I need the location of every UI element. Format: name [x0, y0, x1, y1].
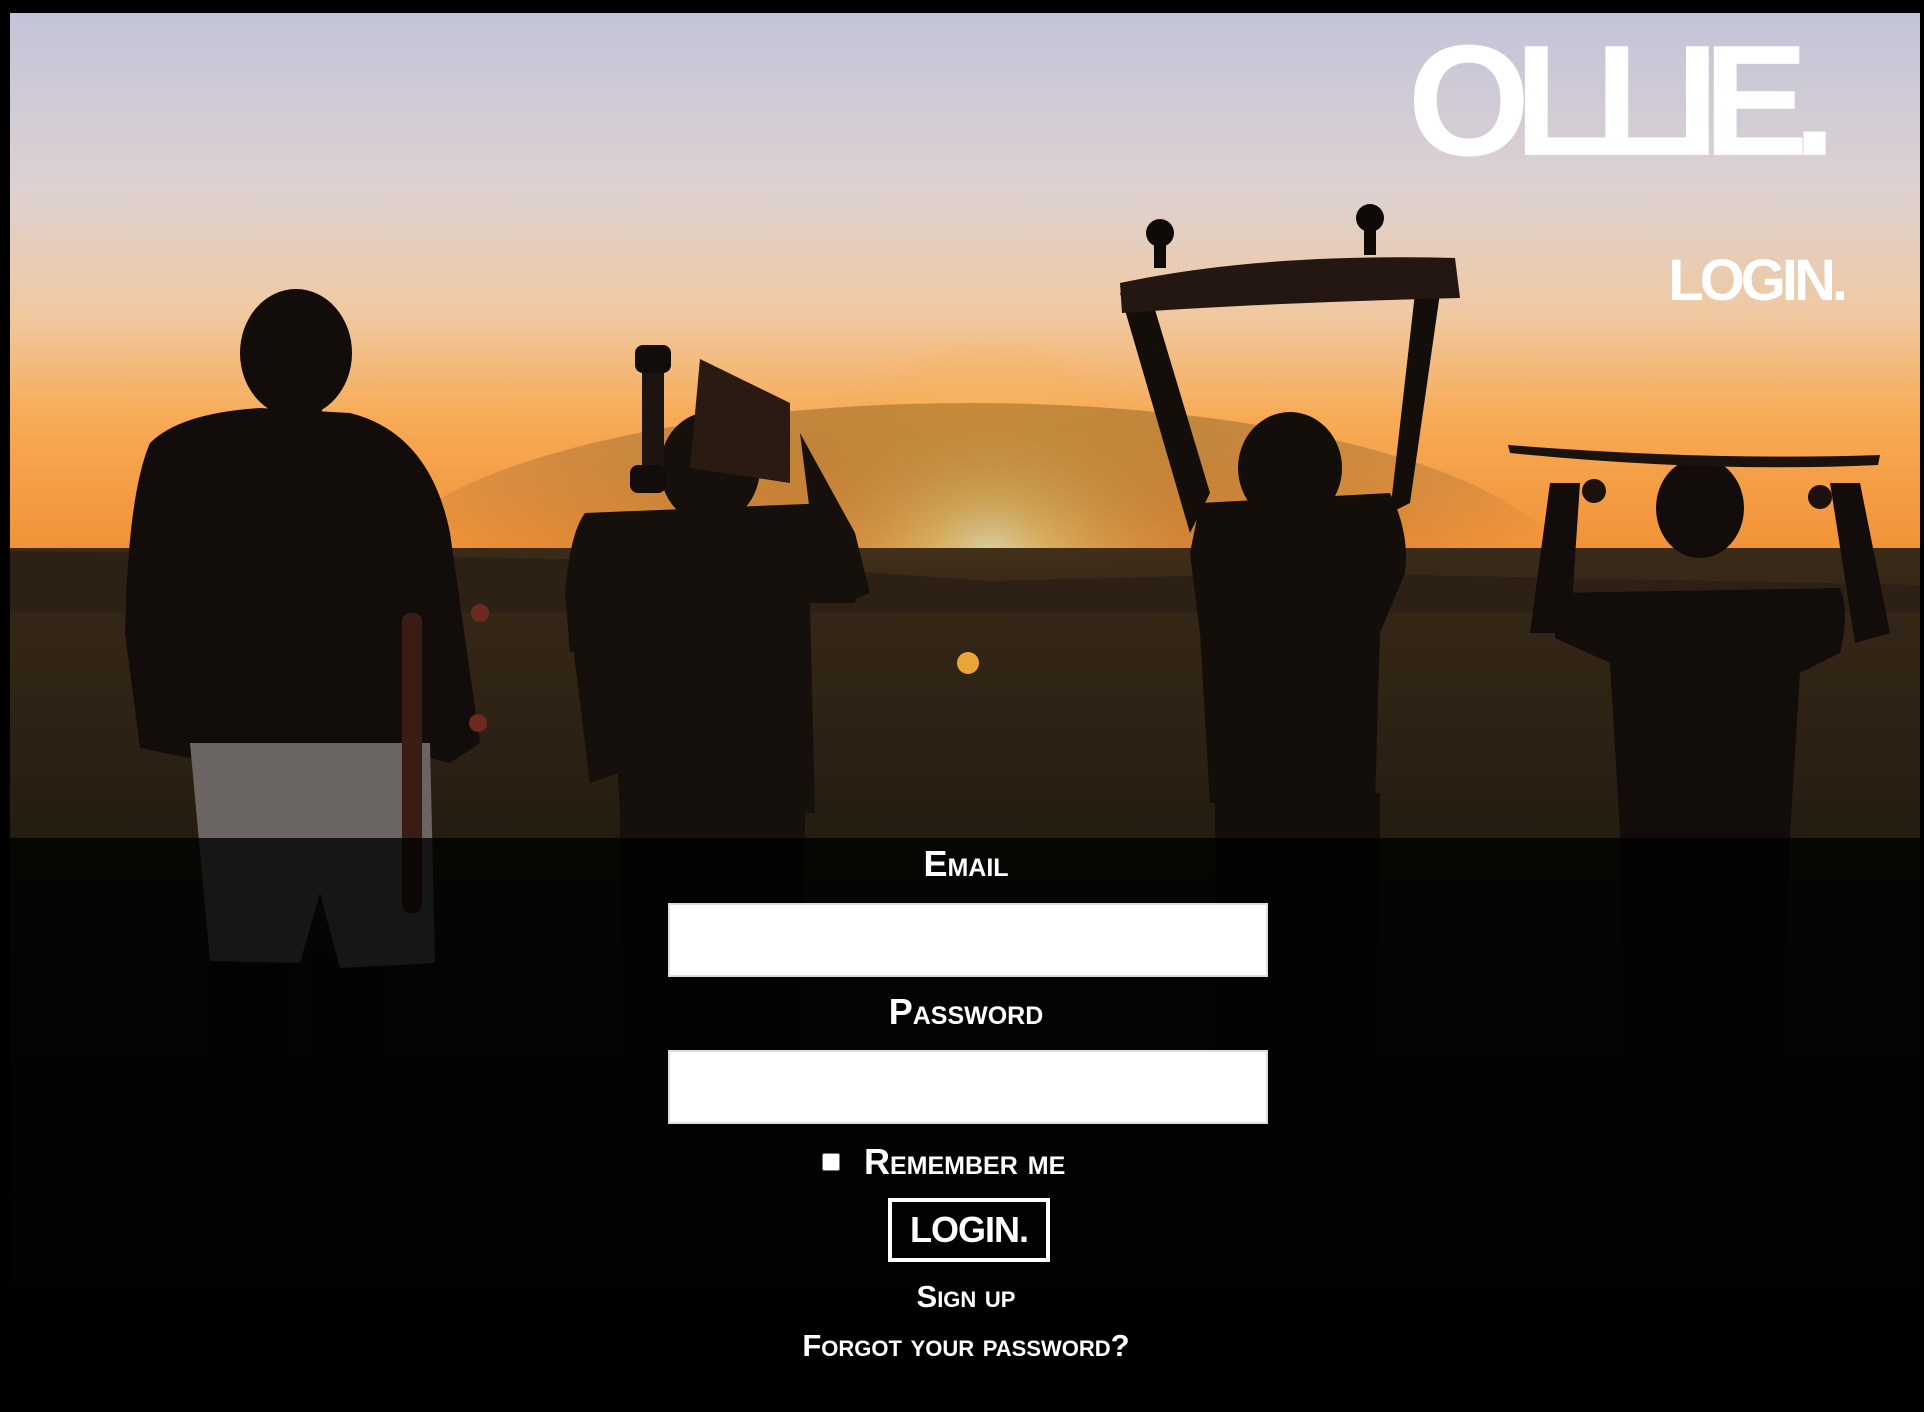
- remember-me-checkbox[interactable]: [822, 1153, 840, 1171]
- sign-up-link[interactable]: Sign up: [4, 1281, 1920, 1312]
- page-title: LOGIN.: [1668, 248, 1848, 313]
- ollie-logo: OLLIE.: [1407, 13, 1836, 189]
- remember-me-label: Remember me: [864, 1141, 1066, 1182]
- email-field[interactable]: [668, 903, 1268, 977]
- email-label: Email: [923, 843, 1009, 884]
- page-frame: OLLIE. LOGIN. Email Password Remember me…: [0, 0, 1924, 1412]
- password-label: Password: [888, 991, 1044, 1032]
- remember-me-row: Remember me: [822, 1142, 1065, 1182]
- password-field[interactable]: [668, 1050, 1268, 1124]
- login-button[interactable]: LOGIN.: [888, 1198, 1050, 1262]
- forgot-password-link[interactable]: Forgot your password?: [4, 1330, 1920, 1361]
